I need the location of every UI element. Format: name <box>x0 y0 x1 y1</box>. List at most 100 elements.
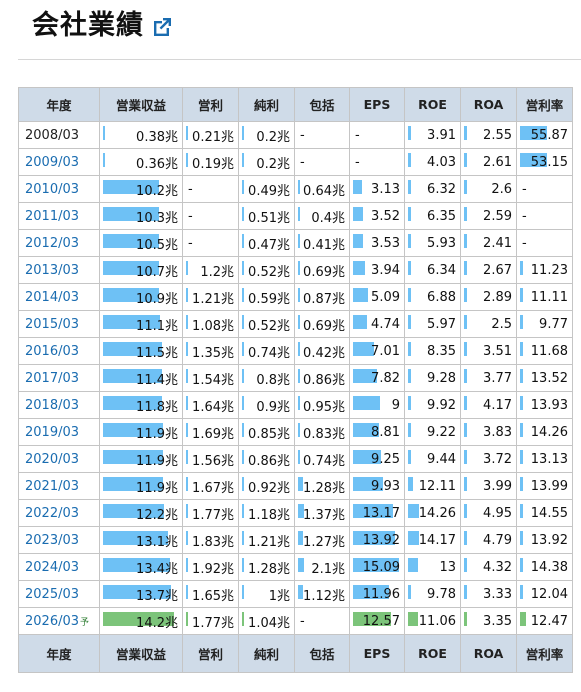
footer-comprehensive-income[interactable]: 包括 <box>294 634 350 673</box>
cell-value: 5.93 <box>427 235 456 251</box>
roe-cell: 8.35 <box>404 337 461 365</box>
roa-cell: 4.95 <box>460 499 517 527</box>
cell-value: - <box>522 181 527 197</box>
year-cell[interactable]: 2021/03 <box>18 472 100 500</box>
external-link-icon[interactable] <box>150 15 174 39</box>
cell-value: 8.35 <box>427 343 456 359</box>
table-footer: 年度 営業収益 営利 純利 包括 EPS ROE ROA 営利率 <box>18 634 573 673</box>
cell-value: 3.77 <box>483 370 512 386</box>
year-link[interactable]: 2026/03 <box>25 614 79 629</box>
year-cell[interactable]: 2016/03 <box>18 337 100 365</box>
value-bar <box>186 423 188 437</box>
header-revenue[interactable]: 営業収益 <box>99 87 183 122</box>
table-row: 2023/03 13.1兆 1.83兆 1.21兆 1.27兆 13.92 14.17 4.7… <box>18 526 573 554</box>
cell-value: 11.9兆 <box>136 453 178 469</box>
year-link[interactable]: 2021/03 <box>25 479 79 494</box>
year-cell[interactable]: 2009/03 <box>18 148 100 176</box>
comprehensive-income-cell: 1.28兆 <box>294 472 350 500</box>
value-bar <box>242 342 244 356</box>
net-profit-cell: 1.04兆 <box>238 607 295 635</box>
year-cell[interactable]: 2011/03 <box>18 202 100 230</box>
footer-revenue[interactable]: 営業収益 <box>99 634 183 673</box>
year-cell[interactable]: 2012/03 <box>18 229 100 257</box>
cell-value: 5.09 <box>371 289 400 305</box>
header-operating-profit[interactable]: 営利 <box>182 87 239 122</box>
year-cell[interactable]: 2014/03 <box>18 283 100 311</box>
value-bar <box>298 423 300 437</box>
year-link[interactable]: 2009/03 <box>25 155 79 170</box>
comprehensive-income-cell: 0.41兆 <box>294 229 350 257</box>
year-link[interactable]: 2013/03 <box>25 263 79 278</box>
year-cell[interactable]: 2010/03 <box>18 175 100 203</box>
revenue-cell: 12.2兆 <box>99 499 183 527</box>
footer-roe[interactable]: ROE <box>404 634 461 673</box>
roe-cell: 13 <box>404 553 461 581</box>
year-link[interactable]: 2022/03 <box>25 506 79 521</box>
footer-operating-profit[interactable]: 営利 <box>182 634 239 673</box>
operating-margin-cell: 11.68 <box>516 337 573 365</box>
value-bar <box>186 153 188 167</box>
year-cell[interactable]: 2019/03 <box>18 418 100 446</box>
year-cell[interactable]: 2015/03 <box>18 310 100 338</box>
year-link[interactable]: 2023/03 <box>25 533 79 548</box>
revenue-cell: 0.38兆 <box>99 121 183 149</box>
cell-value: 2.67 <box>483 262 512 278</box>
cell-value: 0.2兆 <box>256 129 290 145</box>
footer-year[interactable]: 年度 <box>18 634 100 673</box>
cell-value: 11.23 <box>530 262 568 278</box>
cell-value: 11.06 <box>418 613 456 629</box>
table-row: 2012/03 10.5兆 -0.47兆 0.41兆 3.53 5.93 2.41- <box>18 229 573 257</box>
year-link[interactable]: 2011/03 <box>25 209 79 224</box>
header-roa[interactable]: ROA <box>460 87 517 122</box>
year-cell[interactable]: 2013/03 <box>18 256 100 284</box>
footer-operating-margin[interactable]: 営利率 <box>516 634 573 673</box>
year-link[interactable]: 2014/03 <box>25 290 79 305</box>
header-eps[interactable]: EPS <box>349 87 405 122</box>
header-year[interactable]: 年度 <box>18 87 100 122</box>
footer-roa[interactable]: ROA <box>460 634 517 673</box>
cell-value: 9.77 <box>539 316 568 332</box>
header-net-profit[interactable]: 純利 <box>238 87 295 122</box>
table-row: 2014/03 10.9兆 1.21兆 0.59兆 0.87兆 5.09 6.88 2.89 1… <box>18 283 573 311</box>
year-cell[interactable]: 2020/03 <box>18 445 100 473</box>
roe-cell: 6.34 <box>404 256 461 284</box>
year-cell[interactable]: 2025/03 <box>18 580 100 608</box>
year-link[interactable]: 2019/03 <box>25 425 79 440</box>
year-link[interactable]: 2017/03 <box>25 371 79 386</box>
year-link[interactable]: 2012/03 <box>25 236 79 251</box>
year-link[interactable]: 2020/03 <box>25 452 79 467</box>
roa-cell: 3.51 <box>460 337 517 365</box>
cell-value: 2.89 <box>483 289 512 305</box>
cell-value: - <box>188 208 193 224</box>
cell-value: 1.21兆 <box>248 534 290 550</box>
year-cell[interactable]: 2017/03 <box>18 364 100 392</box>
year-link[interactable]: 2016/03 <box>25 344 79 359</box>
footer-net-profit[interactable]: 純利 <box>238 634 295 673</box>
year-link[interactable]: 2010/03 <box>25 182 79 197</box>
roe-cell: 9.44 <box>404 445 461 473</box>
header-comprehensive-income[interactable]: 包括 <box>294 87 350 122</box>
year-link[interactable]: 2018/03 <box>25 398 79 413</box>
value-bar <box>298 342 300 356</box>
header-operating-margin[interactable]: 営利率 <box>516 87 573 122</box>
footer-eps[interactable]: EPS <box>349 634 405 673</box>
eps-cell: 12.57 <box>349 607 405 635</box>
value-bar <box>464 423 467 437</box>
year-link[interactable]: 2024/03 <box>25 560 79 575</box>
cell-value: 0.52兆 <box>248 318 290 334</box>
year-link[interactable]: 2015/03 <box>25 317 79 332</box>
year-cell[interactable]: 2026/03予 <box>18 607 100 635</box>
operating-margin-cell: 14.55 <box>516 499 573 527</box>
value-bar <box>464 207 467 221</box>
cell-value: 0.69兆 <box>303 318 345 334</box>
year-link[interactable]: 2025/03 <box>25 587 79 602</box>
header-roe[interactable]: ROE <box>404 87 461 122</box>
cell-value: - <box>300 127 305 143</box>
year-cell[interactable]: 2022/03 <box>18 499 100 527</box>
cell-value: 11.11 <box>530 289 568 305</box>
net-profit-cell: 0.9兆 <box>238 391 295 419</box>
year-cell[interactable]: 2018/03 <box>18 391 100 419</box>
year-cell[interactable]: 2023/03 <box>18 526 100 554</box>
cell-value: 1.28兆 <box>248 561 290 577</box>
year-cell[interactable]: 2024/03 <box>18 553 100 581</box>
